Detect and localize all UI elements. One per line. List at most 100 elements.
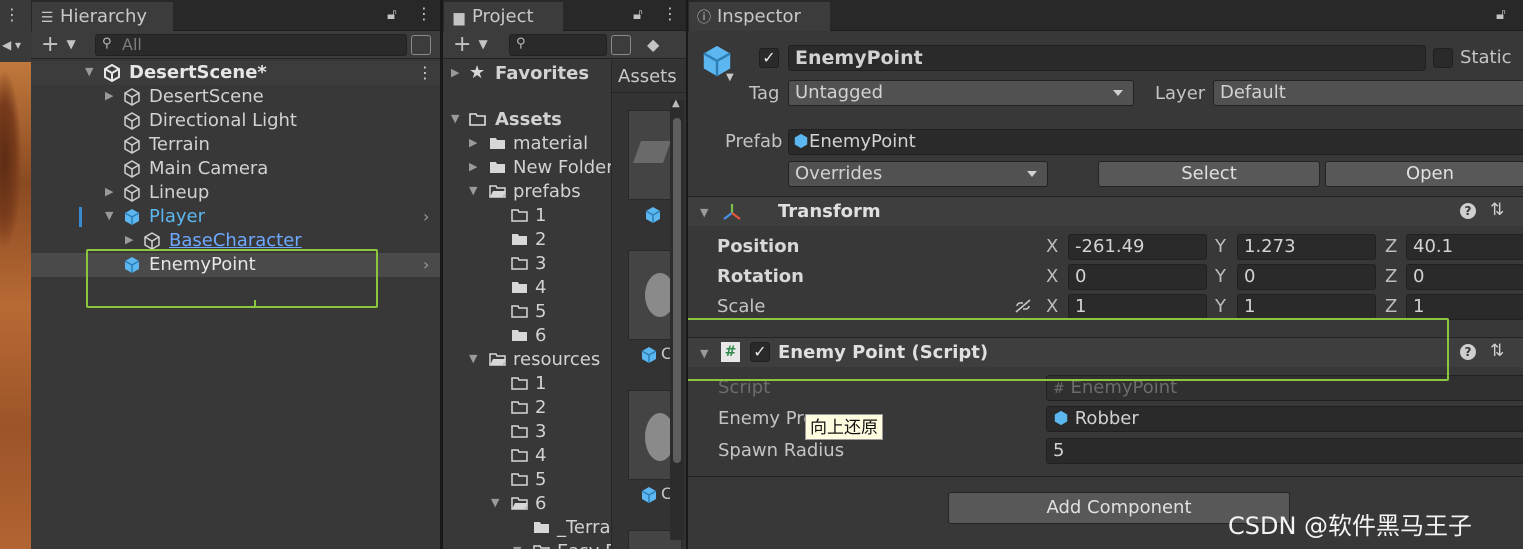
chevron-right-icon[interactable]: ▶: [105, 185, 113, 198]
project-folder-item[interactable]: 4: [443, 444, 611, 468]
chevron-down-icon[interactable]: ▼: [85, 65, 93, 78]
chevron-down-icon[interactable]: ▼: [513, 544, 521, 549]
more-options-icon[interactable]: ⋮: [417, 63, 433, 82]
lock-icon[interactable]: 🔓︎: [387, 5, 397, 23]
scale-y-field[interactable]: 1: [1237, 294, 1376, 320]
project-folder-item[interactable]: 1: [443, 204, 611, 228]
project-folder-item[interactable]: 1: [443, 372, 611, 396]
chevron-right-icon[interactable]: ›: [423, 207, 429, 226]
project-folder-item[interactable]: 4: [443, 276, 611, 300]
lock-icon[interactable]: 🔓︎: [1496, 5, 1506, 23]
project-folder-item[interactable]: 5: [443, 300, 611, 324]
scene-header-row[interactable]: ▼ DesertScene* ⋮: [31, 61, 440, 85]
project-folder-item[interactable]: 2: [443, 228, 611, 252]
chevron-down-icon[interactable]: ▼: [700, 206, 708, 219]
project-folder-item[interactable]: ▼ prefabs: [443, 180, 611, 204]
tag-dropdown[interactable]: Untagged: [788, 80, 1134, 106]
add-button[interactable]: + ▼: [41, 34, 76, 56]
rotation-y-field[interactable]: 0: [1237, 264, 1376, 290]
hierarchy-item[interactable]: Main Camera: [31, 157, 440, 181]
object-name-field[interactable]: EnemyPoint: [788, 45, 1426, 71]
search-input[interactable]: ⚲ All: [95, 34, 407, 56]
open-button[interactable]: Open: [1325, 161, 1523, 187]
more-options-icon[interactable]: ⋮: [662, 4, 678, 23]
chevron-down-icon[interactable]: ▼: [491, 496, 499, 509]
folder-label: 3: [535, 253, 547, 274]
enemy-prefab-field[interactable]: Robber: [1046, 406, 1523, 432]
scale-x-field[interactable]: 1: [1068, 294, 1207, 320]
hierarchy-item[interactable]: ▶ Lineup: [31, 181, 440, 205]
chevron-down-icon[interactable]: ▼: [469, 184, 477, 197]
chevron-down-icon[interactable]: ▼: [451, 112, 459, 125]
tab-hierarchy[interactable]: ☰ Hierarchy: [32, 2, 173, 31]
project-folder-item[interactable]: 6: [443, 324, 611, 348]
chevron-right-icon[interactable]: ▶: [125, 233, 133, 246]
project-folder-item[interactable]: ▼ Easy F: [443, 540, 616, 549]
hierarchy-item[interactable]: ▶ DesertScene: [31, 85, 440, 109]
spawn-radius-field[interactable]: 5: [1046, 438, 1523, 464]
component-divider: [688, 476, 1523, 477]
scale-z-field[interactable]: 1: [1406, 294, 1523, 320]
hierarchy-item[interactable]: Terrain: [31, 133, 440, 157]
transform-title: Transform: [778, 201, 881, 222]
empty-folder-icon: [511, 473, 528, 486]
transform-header[interactable]: ▼ Transform ? ⇅: [688, 196, 1523, 226]
search-input[interactable]: ⚲: [509, 34, 607, 56]
rotation-z-field[interactable]: 0: [1406, 264, 1523, 290]
add-button[interactable]: + ▼: [453, 34, 488, 56]
tab-project[interactable]: ▆ Project: [444, 2, 563, 31]
assets-breadcrumb[interactable]: Assets: [618, 66, 677, 87]
position-x-field[interactable]: -261.49: [1068, 234, 1207, 260]
select-button[interactable]: Select: [1098, 161, 1320, 187]
active-checkbox[interactable]: ✓: [759, 48, 779, 68]
filter-by-type-icon[interactable]: ◆: [647, 35, 659, 54]
project-folder-item[interactable]: 3: [443, 420, 611, 444]
hierarchy-item[interactable]: ▼ Player ›: [31, 205, 440, 229]
scrollbar[interactable]: ▲: [670, 98, 684, 540]
static-checkbox[interactable]: [1433, 48, 1453, 68]
project-folder-item[interactable]: ▼ 6: [443, 492, 611, 516]
overrides-dropdown[interactable]: Overrides: [788, 161, 1048, 187]
more-options-icon[interactable]: ⋮: [4, 5, 20, 24]
project-folder-item[interactable]: 2: [443, 396, 611, 420]
layer-dropdown[interactable]: Default: [1213, 80, 1523, 106]
active-object-marker: [79, 207, 82, 227]
constrain-proportions-icon[interactable]: [1014, 298, 1032, 314]
project-folder-item[interactable]: ▶ New Folder: [443, 156, 614, 180]
project-folder-item[interactable]: 3: [443, 252, 611, 276]
scene-view-strip[interactable]: ⋮ ◀ ▾: [0, 0, 31, 549]
project-folder-item[interactable]: 5: [443, 468, 611, 492]
rotation-x-field[interactable]: 0: [1068, 264, 1207, 290]
scroll-up-icon[interactable]: ▲: [672, 98, 680, 109]
settings-icon[interactable]: ⇅: [1490, 341, 1504, 361]
chevron-right-icon[interactable]: ▶: [469, 160, 477, 173]
chevron-right-icon[interactable]: ▶: [451, 66, 459, 79]
chevron-right-icon[interactable]: ▶: [105, 89, 113, 102]
project-folder-item[interactable]: ▶ material: [443, 132, 611, 156]
scene-dropdown-icon[interactable]: ◀ ▾: [2, 38, 21, 52]
favorites-row[interactable]: ▶ ★ Favorites: [443, 62, 611, 86]
search-options-icon[interactable]: [411, 35, 431, 55]
help-icon[interactable]: ?: [1460, 344, 1476, 360]
hierarchy-item[interactable]: Directional Light: [31, 109, 440, 133]
chevron-down-icon[interactable]: ▼: [726, 72, 734, 83]
chevron-right-icon[interactable]: ▶: [469, 136, 477, 149]
project-folder-item[interactable]: _Terra: [443, 516, 611, 540]
list-icon: ☰: [40, 10, 54, 26]
position-z-field[interactable]: 40.1: [1406, 234, 1523, 260]
position-y-field[interactable]: 1.273: [1237, 234, 1376, 260]
more-options-icon[interactable]: ⋮: [416, 4, 432, 23]
project-folder-item[interactable]: ▼ resources: [443, 348, 611, 372]
settings-icon[interactable]: ⇅: [1490, 200, 1504, 220]
search-options-icon[interactable]: [611, 35, 631, 55]
prefab-field[interactable]: EnemyPoint: [788, 129, 1523, 155]
tab-inspector[interactable]: ⓘ Inspector: [689, 2, 830, 31]
assets-row[interactable]: ▼ Assets: [443, 108, 611, 132]
chevron-down-icon: [1027, 171, 1037, 177]
chevron-right-icon[interactable]: ›: [423, 255, 429, 274]
chevron-down-icon[interactable]: ▼: [105, 209, 113, 222]
scrollbar-thumb[interactable]: [673, 118, 681, 463]
chevron-down-icon[interactable]: ▼: [469, 352, 477, 365]
lock-icon[interactable]: 🔓︎: [633, 5, 643, 23]
help-icon[interactable]: ?: [1460, 203, 1476, 219]
